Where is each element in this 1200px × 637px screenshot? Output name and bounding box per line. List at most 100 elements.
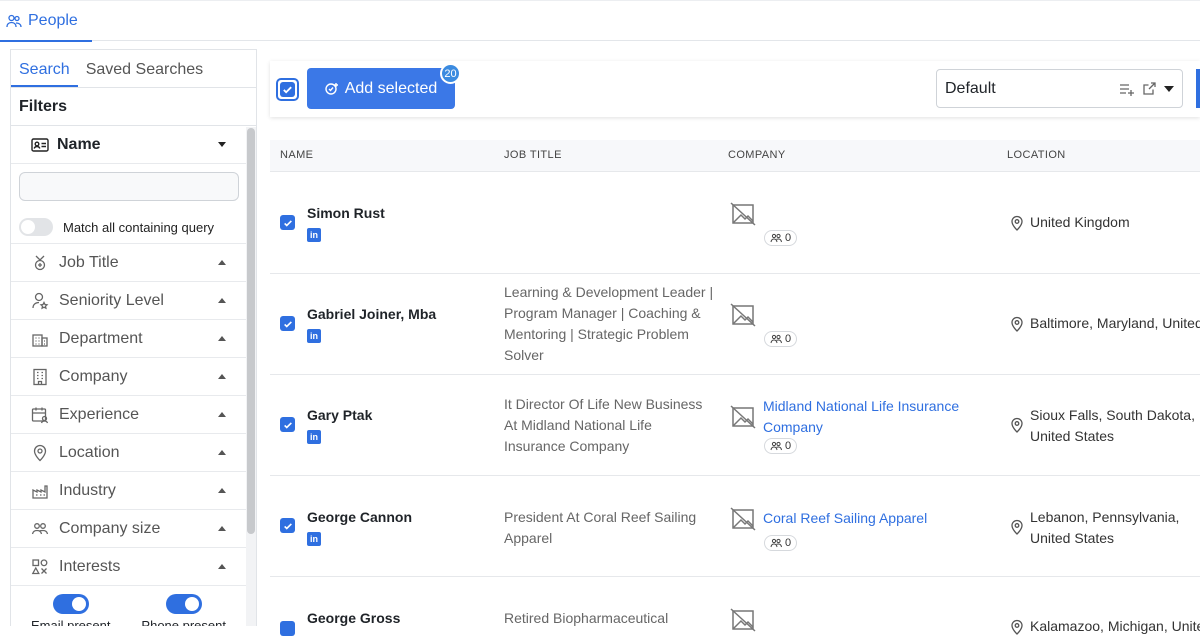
job-title: It Director Of Life New Business At Midl…: [504, 396, 703, 454]
external-link-icon[interactable]: [1143, 82, 1156, 95]
add-selected-button[interactable]: Add selected: [307, 68, 455, 109]
chevron-up-icon: [218, 260, 226, 265]
badge-icon: [34, 255, 46, 270]
phone-present-label: Phone present: [141, 618, 226, 626]
filter-label: Seniority Level: [59, 291, 164, 309]
user-star-icon: [32, 292, 49, 309]
no-logo-icon: [730, 507, 756, 531]
tab-people-label: People: [28, 11, 78, 29]
no-logo-icon: [730, 608, 756, 632]
checkbox-checked: [280, 82, 295, 97]
check-icon: [283, 320, 292, 328]
col-name[interactable]: NAME: [280, 149, 313, 161]
table-row[interactable]: George Cannon in President At Coral Reef…: [270, 476, 1200, 577]
col-company[interactable]: COMPANY: [728, 149, 786, 161]
filter-company[interactable]: Company: [11, 358, 246, 396]
col-location[interactable]: LOCATION: [1007, 149, 1066, 161]
chevron-down-icon[interactable]: [1164, 85, 1174, 92]
location-text: Kalamazoo, Michigan, United: [1030, 618, 1200, 634]
presence-toggles: Email present Phone present: [11, 586, 246, 626]
filter-name[interactable]: Name: [11, 126, 246, 164]
people-icon: [770, 334, 782, 344]
check-icon: [283, 421, 292, 429]
filter-seniority-level[interactable]: Seniority Level: [11, 282, 246, 320]
check-icon: [283, 219, 292, 227]
filter-experience[interactable]: Experience: [11, 396, 246, 434]
location-pin-icon: [1011, 519, 1023, 535]
filter-label: Department: [59, 329, 143, 347]
view-select[interactable]: Default: [936, 69, 1183, 108]
linkedin-icon[interactable]: in: [307, 329, 321, 343]
employee-count-chip: 0: [764, 230, 798, 246]
table-row[interactable]: Simon Rust in 0 United Kingdom: [270, 173, 1200, 274]
person-name[interactable]: George Gross: [307, 610, 400, 626]
email-present-toggle[interactable]: [52, 594, 89, 614]
company-link[interactable]: Midland National Life Insurance Company: [763, 396, 978, 438]
no-logo-icon: [730, 202, 756, 226]
toolbar-action-button-edge[interactable]: [1196, 69, 1200, 108]
sidebar-scrollbar-thumb[interactable]: [247, 128, 255, 534]
people-icon: [31, 522, 49, 534]
filter-department[interactable]: Department: [11, 320, 246, 358]
chevron-up-icon: [218, 298, 226, 303]
row-checkbox[interactable]: [280, 316, 295, 331]
table-row[interactable]: George Gross Retired Biopharmaceutical K…: [270, 578, 1200, 636]
row-checkbox[interactable]: [280, 417, 295, 432]
filters-sidebar: Search Saved Searches Filters Name Match…: [10, 49, 257, 626]
linkedin-icon[interactable]: in: [307, 532, 321, 546]
phone-present-toggle[interactable]: [165, 594, 202, 614]
phone-present-item: Phone present: [141, 594, 226, 626]
tab-saved-searches[interactable]: Saved Searches: [78, 50, 211, 87]
job-title: Learning & Development Leader | Program …: [504, 284, 714, 363]
person-name[interactable]: George Cannon: [307, 509, 412, 525]
row-checkbox[interactable]: [280, 621, 295, 636]
people-icon: [6, 14, 22, 27]
tab-people[interactable]: People: [0, 1, 92, 42]
location-cell: Kalamazoo, Michigan, United: [1010, 616, 1200, 637]
shapes-icon: [31, 558, 48, 574]
linkedin-icon[interactable]: in: [307, 228, 321, 242]
filter-company-size[interactable]: Company size: [11, 510, 246, 548]
name-search-input[interactable]: [19, 172, 239, 201]
people-icon: [770, 538, 782, 548]
row-checkbox[interactable]: [280, 215, 295, 230]
filter-location[interactable]: Location: [11, 434, 246, 472]
no-logo-icon: [730, 303, 756, 327]
email-present-item: Email present: [31, 594, 110, 626]
filter-label: Interests: [59, 557, 121, 575]
row-checkbox[interactable]: [280, 518, 295, 533]
chevron-down-icon: [218, 142, 226, 147]
check-icon: [283, 522, 292, 530]
people-icon: [770, 233, 782, 243]
table-row[interactable]: Gary Ptak in It Director Of Life New Bus…: [270, 375, 1200, 476]
sidebar-tabs: Search Saved Searches: [11, 50, 256, 88]
chevron-up-icon: [218, 374, 226, 379]
employee-count: 0: [785, 440, 792, 452]
filter-label: Company size: [59, 519, 161, 537]
filter-interests[interactable]: Interests: [11, 548, 246, 586]
playlist-add-icon[interactable]: [1119, 82, 1135, 96]
no-logo-icon: [730, 405, 756, 429]
filter-label: Industry: [59, 481, 116, 499]
chevron-up-icon: [218, 564, 226, 569]
check-icon: [283, 86, 292, 94]
person-name[interactable]: Gary Ptak: [307, 407, 372, 423]
tab-search[interactable]: Search: [11, 50, 78, 87]
filter-label: Company: [59, 367, 128, 385]
table-row[interactable]: Gabriel Joiner, Mba in Learning & Develo…: [270, 274, 1200, 375]
filter-industry[interactable]: Industry: [11, 472, 246, 510]
office-icon: [33, 368, 47, 385]
person-name[interactable]: Simon Rust: [307, 205, 385, 221]
select-all-checkbox[interactable]: [276, 78, 299, 101]
col-job-title[interactable]: JOB TITLE: [504, 149, 562, 161]
match-all-toggle[interactable]: [19, 218, 53, 236]
company-link[interactable]: Coral Reef Sailing Apparel: [763, 508, 978, 529]
person-name[interactable]: Gabriel Joiner, Mba: [307, 306, 436, 322]
match-all-label: Match all containing query: [63, 219, 215, 235]
id-card-icon: [31, 137, 49, 152]
employee-count-chip: 0: [764, 535, 798, 551]
location-text: Baltimore, Maryland, United: [1030, 315, 1200, 331]
filter-job-title[interactable]: Job Title: [11, 244, 246, 282]
location-text: Sioux Falls, South Dakota, United States: [1030, 407, 1195, 444]
linkedin-icon[interactable]: in: [307, 430, 321, 444]
